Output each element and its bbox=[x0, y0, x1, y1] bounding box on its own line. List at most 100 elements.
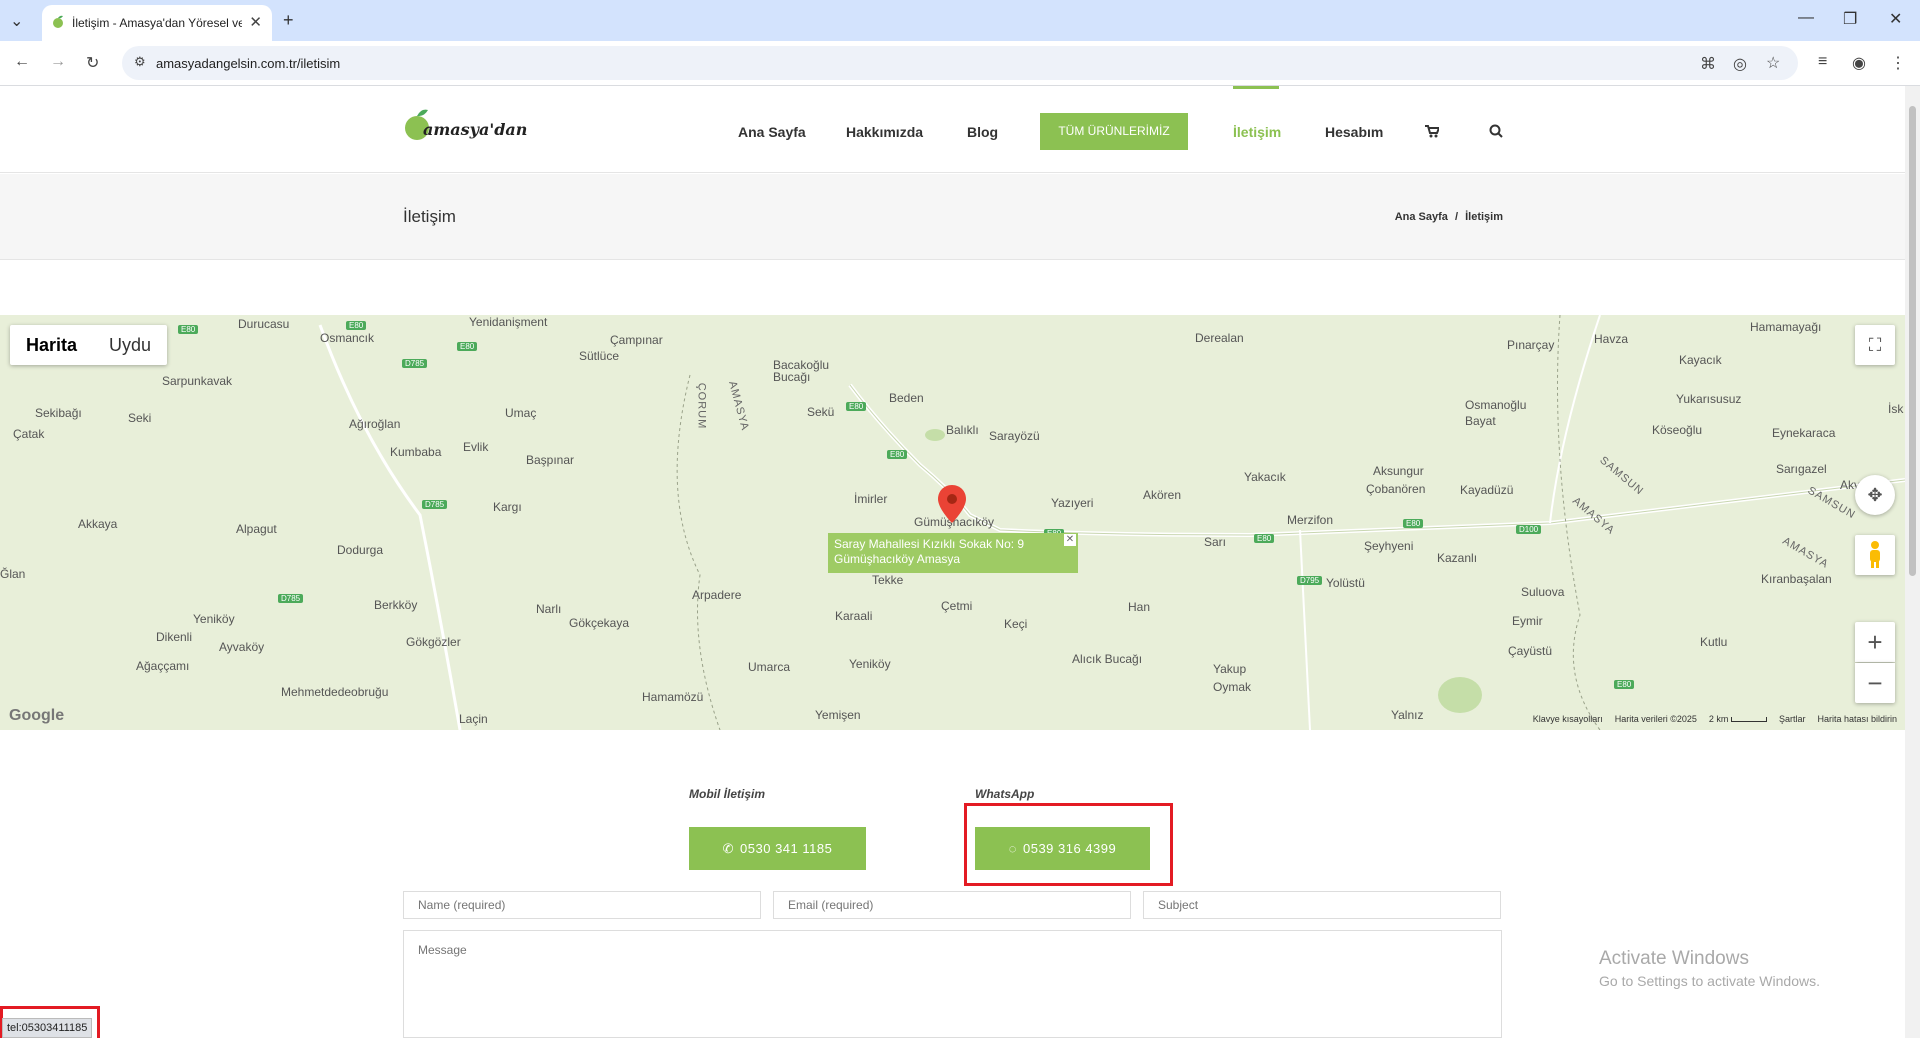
map-label: Ağıroğlan bbox=[349, 417, 401, 431]
map-label: Yakup Oymak bbox=[1213, 662, 1252, 694]
nav-about[interactable]: Hakkımızda bbox=[846, 124, 923, 140]
terms-link[interactable]: Şartlar bbox=[1779, 714, 1806, 724]
map-label: Kayacık bbox=[1679, 353, 1722, 367]
map-label: Eynekaraca bbox=[1772, 426, 1836, 440]
info-window-address: Saray Mahallesi Kızıklı Sokak No: 9 Gümü… bbox=[834, 537, 1025, 566]
link-status-bar: tel:05303411185 bbox=[2, 1018, 93, 1038]
scrollbar-thumb[interactable] bbox=[1909, 106, 1916, 576]
info-window-close-icon[interactable]: ✕ bbox=[1064, 534, 1076, 546]
subject-input[interactable] bbox=[1143, 891, 1501, 919]
breadcrumb-home[interactable]: Ana Sayfa bbox=[1395, 211, 1448, 223]
road-shield: E80 bbox=[846, 402, 867, 411]
whatsapp-label: WhatsApp bbox=[975, 787, 1035, 801]
restore-icon[interactable]: ❐ bbox=[1843, 9, 1857, 29]
map-label: Sekü bbox=[807, 405, 835, 419]
road-shield: E80 bbox=[457, 342, 478, 351]
map-label: Yeniköy bbox=[193, 612, 235, 626]
map-label: Kargı bbox=[493, 500, 522, 514]
map-label: Umaç bbox=[505, 406, 537, 420]
pegman-icon[interactable] bbox=[1855, 535, 1895, 575]
favicon-icon bbox=[53, 15, 63, 28]
name-input[interactable] bbox=[403, 891, 761, 919]
whatsapp-icon: ◌ bbox=[1008, 841, 1017, 856]
search-icon[interactable] bbox=[1489, 124, 1503, 138]
keyboard-shortcuts-link[interactable]: Klavye kısayolları bbox=[1533, 714, 1603, 724]
map-label: Tekke bbox=[872, 573, 904, 587]
message-textarea[interactable] bbox=[403, 930, 1502, 1038]
map-label: Akkaya bbox=[78, 517, 118, 531]
browser-tab[interactable]: İletişim - Amasya'dan Yöresel ve ✕ bbox=[42, 5, 272, 41]
report-error-link[interactable]: Harita hatası bildirin bbox=[1817, 714, 1897, 724]
site-info-icon[interactable]: ⚙ bbox=[134, 54, 146, 70]
map-label: Narlı bbox=[536, 602, 562, 616]
map-label: Dikenli bbox=[156, 630, 193, 644]
map-label: Kıranbaşalan bbox=[1761, 572, 1832, 586]
reload-icon[interactable]: ↻ bbox=[86, 53, 99, 73]
site-logo[interactable]: amasya'dan bbox=[403, 108, 527, 148]
google-logo[interactable]: Google bbox=[9, 707, 64, 725]
road-shield: E80 bbox=[1254, 534, 1275, 543]
tab-search-icon[interactable]: ⌄ bbox=[10, 11, 23, 31]
address-bar[interactable]: ⚙ amasyadangelsin.com.tr/iletisim ⌘ ◎ ☆ bbox=[122, 46, 1798, 80]
nav-contact[interactable]: İletişim bbox=[1233, 124, 1281, 140]
profile-icon[interactable]: ◉ bbox=[1852, 53, 1866, 73]
mobile-number: 0530 341 1185 bbox=[740, 841, 833, 856]
bookmark-star-icon[interactable]: ☆ bbox=[1766, 53, 1780, 73]
browser-tabstrip: ⌄ İletişim - Amasya'dan Yöresel ve ✕ + —… bbox=[0, 0, 1920, 41]
map-label: Köseoğlu bbox=[1652, 423, 1703, 437]
cart-icon[interactable] bbox=[1425, 125, 1439, 138]
nav-home[interactable]: Ana Sayfa bbox=[738, 124, 806, 140]
breadcrumb-separator: / bbox=[1454, 211, 1459, 223]
map-label: ÇORUM bbox=[695, 382, 708, 430]
road-shield: D795 bbox=[1297, 576, 1323, 585]
mobile-call-button[interactable]: ✆ 0530 341 1185 bbox=[689, 827, 866, 870]
whatsapp-number: 0539 316 4399 bbox=[1022, 841, 1117, 856]
menu-icon[interactable]: ⋮ bbox=[1890, 53, 1906, 73]
map-label: Umarca bbox=[748, 660, 791, 674]
page-scrollbar[interactable] bbox=[1905, 86, 1920, 1038]
map-label: Dodurga bbox=[337, 543, 384, 557]
map-label: Yazıyeri bbox=[1051, 496, 1094, 510]
close-window-icon[interactable]: ✕ bbox=[1889, 9, 1902, 29]
map-marker-icon[interactable] bbox=[938, 485, 966, 523]
map-label: Sekibağı bbox=[35, 406, 82, 420]
map-label: Yemişen bbox=[815, 708, 861, 722]
camera-control-icon[interactable]: ✥ bbox=[1855, 475, 1895, 515]
nav-all-products-button[interactable]: TÜM ÜRÜNLERİMİZ bbox=[1040, 113, 1188, 150]
google-map[interactable]: Yenidanişment Durucasu Osmancık Çampınar… bbox=[0, 315, 1905, 730]
road-shield: E80 bbox=[1614, 680, 1635, 689]
forward-icon[interactable]: → bbox=[50, 53, 66, 71]
fullscreen-icon[interactable]: ⛶ bbox=[1855, 325, 1895, 365]
map-label: Yalnız bbox=[1391, 708, 1424, 722]
zoom-out-button[interactable]: − bbox=[1855, 663, 1895, 703]
map-label: Sütlüce bbox=[579, 349, 620, 363]
map-label: Alıcık Bucağı bbox=[1072, 652, 1143, 666]
browser-toolbar: ← → ↻ ⚙ amasyadangelsin.com.tr/iletisim … bbox=[0, 41, 1920, 86]
zoom-in-button[interactable]: + bbox=[1855, 622, 1895, 662]
map-label: Kazanlı bbox=[1437, 551, 1478, 565]
road-shield: D785 bbox=[278, 594, 304, 603]
map-label: Gökgözler bbox=[406, 635, 461, 649]
map-type-satellite-button[interactable]: Uydu bbox=[93, 325, 167, 365]
map-label: Mehmetdedeobruğu bbox=[281, 685, 389, 699]
map-label: Alpagut bbox=[236, 522, 277, 536]
whatsapp-button[interactable]: ◌ 0539 316 4399 bbox=[975, 827, 1150, 870]
translate-icon[interactable]: ⌘ bbox=[1700, 54, 1716, 74]
map-type-map-button[interactable]: Harita bbox=[10, 325, 93, 365]
nav-account[interactable]: Hesabım bbox=[1325, 124, 1383, 140]
map-label: Suluova bbox=[1521, 585, 1565, 599]
email-input[interactable] bbox=[773, 891, 1131, 919]
phone-icon: ✆ bbox=[722, 841, 735, 856]
media-icon[interactable]: ≡ bbox=[1818, 53, 1827, 71]
back-icon[interactable]: ← bbox=[14, 53, 30, 71]
minimize-icon[interactable]: — bbox=[1798, 9, 1814, 27]
map-label: Yakacık bbox=[1244, 470, 1286, 484]
close-tab-icon[interactable]: ✕ bbox=[249, 13, 262, 31]
map-label: Bacakoğlu Bucağı bbox=[773, 358, 830, 384]
map-label: Çampınar bbox=[610, 333, 663, 347]
map-label: Evlik bbox=[463, 440, 489, 454]
new-tab-icon[interactable]: + bbox=[283, 10, 294, 31]
map-label: Keçi bbox=[1004, 617, 1028, 631]
eye-off-icon[interactable]: ◎ bbox=[1733, 54, 1747, 74]
nav-blog[interactable]: Blog bbox=[967, 124, 998, 140]
